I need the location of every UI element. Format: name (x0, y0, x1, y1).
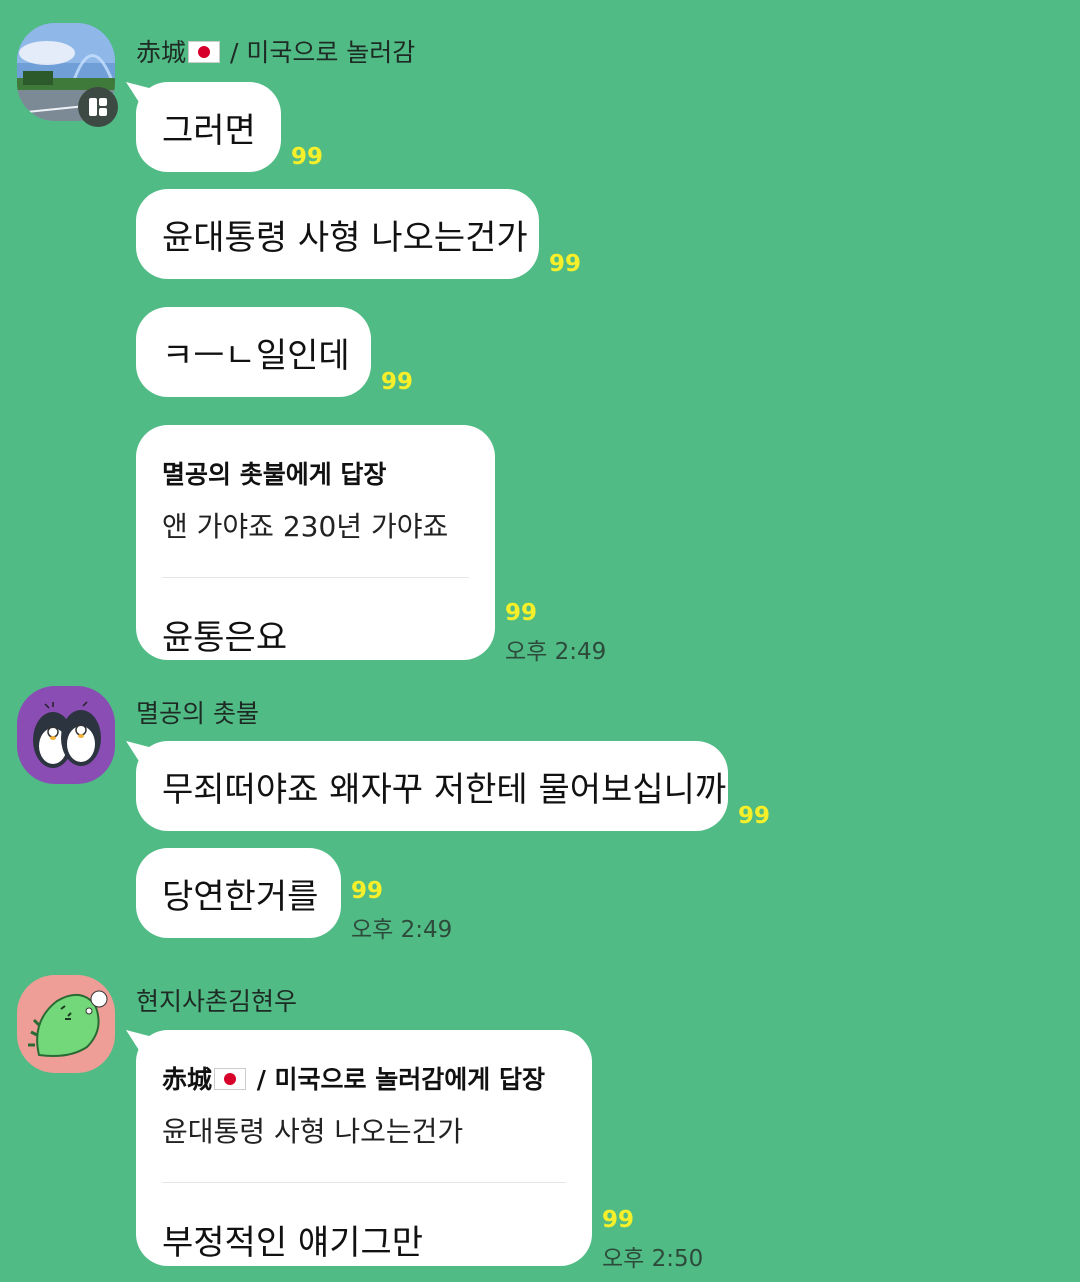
unread-count: 99 (291, 144, 324, 170)
unread-count: 99 (602, 1207, 635, 1233)
sender-name-hyeonji: 현지사촌김현우 (136, 987, 298, 1016)
quoted-message: 앤 가야죠 230년 가야죠 (162, 510, 449, 543)
message-text: 무죄떠야죠 왜자꾸 저한테 물어보십니까 (162, 769, 727, 810)
multi-profile-badge-icon (78, 87, 118, 127)
sender-name-akagi: 赤城 / 미국으로 놀러감 (136, 33, 415, 69)
message-text: 윤대통령 사형 나오는건가 (162, 217, 528, 258)
sender-name-suffix: / 미국으로 놀러감 (222, 38, 416, 67)
reply-target-prefix: 赤城 (162, 1065, 213, 1094)
message-time: 오후 2:49 (505, 639, 607, 665)
message-text: 당연한거를 (162, 876, 319, 917)
avatar-myeolgong[interactable] (17, 686, 115, 784)
unread-count: 99 (738, 803, 771, 829)
message-text: 윤통은요 (162, 618, 288, 658)
reply-target-suffix: / 미국으로 놀러감에게 답장 (248, 1065, 545, 1094)
message-text: ㅋㅡㄴ일인데 (162, 335, 350, 376)
message-bubble[interactable]: 당연한거를 (136, 848, 341, 938)
unread-count: 99 (351, 878, 384, 904)
message-bubble[interactable]: 그러면 (136, 82, 281, 172)
reply-message-bubble[interactable]: 赤城 / 미국으로 놀러감에게 답장 윤대통령 사형 나오는건가 부정적인 얘기… (136, 1030, 592, 1266)
unread-count: 99 (549, 251, 582, 277)
reply-divider (162, 577, 469, 578)
avatar-hyeonji[interactable] (17, 975, 115, 1073)
message-text: 그러면 (162, 110, 256, 151)
unread-count: 99 (505, 600, 538, 626)
flag-japan-icon (188, 41, 221, 63)
sender-name-prefix: 赤城 (136, 38, 187, 67)
reply-message-bubble[interactable]: 멸공의 촛불에게 답장 앤 가야죠 230년 가야죠 윤통은요 (136, 425, 495, 660)
message-time: 오후 2:50 (602, 1246, 704, 1272)
message-time: 오후 2:49 (351, 917, 453, 943)
message-text: 부정적인 얘기그만 (162, 1223, 424, 1263)
reply-target-label: 멸공의 촛불에게 답장 (162, 460, 387, 489)
message-bubble[interactable]: 윤대통령 사형 나오는건가 (136, 189, 539, 279)
unread-count: 99 (381, 369, 414, 395)
reply-target-label: 赤城 / 미국으로 놀러감에게 답장 (162, 1060, 566, 1096)
message-bubble[interactable]: ㅋㅡㄴ일인데 (136, 307, 371, 397)
message-bubble[interactable]: 무죄떠야죠 왜자꾸 저한테 물어보십니까 (136, 741, 728, 831)
quoted-message: 윤대통령 사형 나오는건가 (162, 1115, 464, 1148)
flag-japan-icon (214, 1068, 247, 1090)
sender-name-myeolgong: 멸공의 촛불 (136, 699, 259, 728)
reply-divider (162, 1182, 566, 1183)
profile-green-dino (17, 975, 115, 1073)
profile-penguins (17, 686, 115, 784)
